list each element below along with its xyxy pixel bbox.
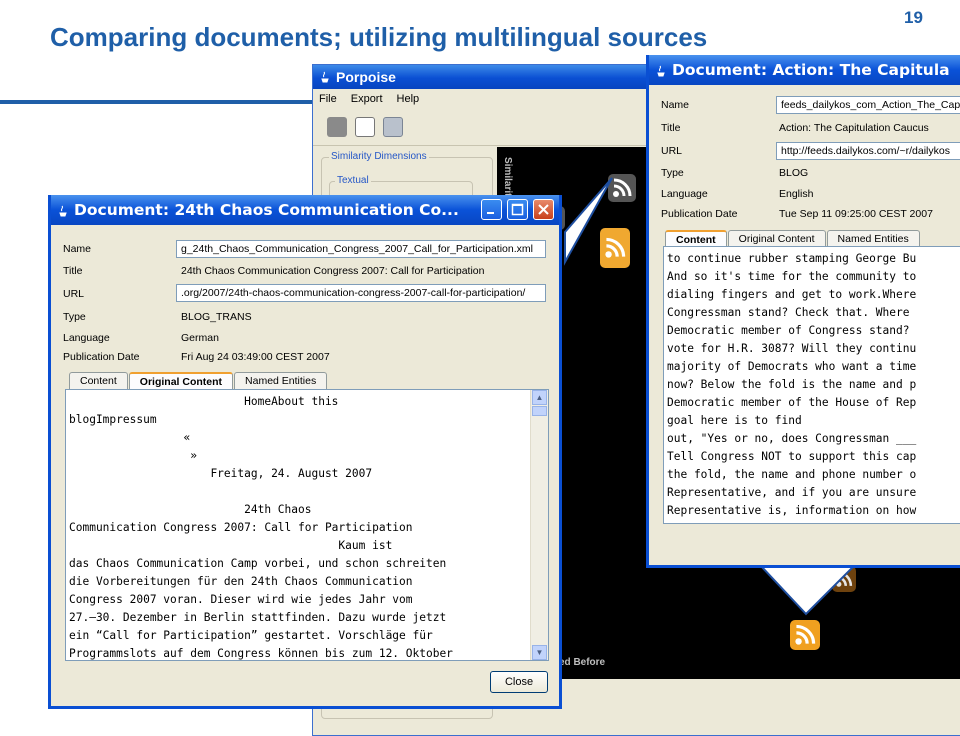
content-line: out, "Yes or no, does Congressman ___: [667, 432, 917, 445]
scroll-down-icon[interactable]: ▼: [532, 645, 547, 660]
content-line: »: [69, 449, 197, 462]
content-line: Congress 2007 voran. Dieser wird wie jed…: [69, 593, 413, 606]
url-label: URL: [63, 288, 85, 300]
content-line: 24th Chaos: [69, 503, 312, 516]
name-field[interactable]: feeds_dailykos_com_Action_The_Cap: [776, 96, 960, 114]
title-label: Title: [63, 265, 83, 277]
content-line: dialing fingers and get to work.Where: [667, 288, 917, 301]
content-line: Kaum ist: [69, 539, 393, 552]
porpoise-title: Porpoise: [336, 69, 396, 85]
document-window-right-titlebar[interactable]: Document: Action: The Capitula: [649, 55, 960, 85]
tab-named-entities[interactable]: Named Entities: [234, 372, 328, 390]
pubdate-label: Publication Date: [63, 351, 140, 363]
content-line: Democratic member of the House of Rep: [667, 396, 917, 409]
feed-icon[interactable]: [608, 174, 636, 202]
open-folder-icon[interactable]: [327, 117, 347, 137]
viz-bottom-label: ed Before: [559, 657, 606, 668]
type-value: BLOG_TRANS: [181, 311, 252, 323]
content-line: blogImpressum: [69, 413, 157, 426]
menu-help[interactable]: Help: [397, 93, 420, 105]
content-line: to continue rubber stamping George Bu: [667, 252, 917, 265]
name-label: Name: [661, 99, 690, 111]
pubdate-value: Tue Sep 11 09:25:00 CEST 2007: [779, 208, 933, 220]
content-line: goal here is to find: [667, 414, 802, 427]
content-line: das Chaos Communication Camp vorbei, und…: [69, 557, 447, 570]
menu-file[interactable]: File: [319, 93, 337, 105]
document-window-right: Document: Action: The Capitula Name feed…: [646, 55, 960, 568]
language-value: English: [779, 188, 814, 200]
type-value: BLOG: [779, 167, 809, 179]
scroll-thumb[interactable]: [532, 406, 547, 416]
url-label: URL: [661, 145, 683, 157]
new-document-icon[interactable]: [355, 117, 375, 137]
content-line: HomeAbout this: [69, 395, 339, 408]
minimize-button[interactable]: [481, 199, 502, 220]
document-content-text: HomeAbout this blogImpressum « » Freitag,…: [66, 390, 548, 660]
tab-content[interactable]: Content: [69, 372, 128, 390]
content-line: now? Below the fold is the name and p: [667, 378, 917, 391]
language-label: Language: [661, 188, 708, 200]
document-window-left: Document: 24th Chaos Communication Co...…: [48, 195, 562, 709]
maximize-button[interactable]: [507, 199, 528, 220]
feed-icon[interactable]: [832, 566, 856, 592]
content-line: Communication Congress 2007: Call for Pa…: [69, 521, 413, 534]
java-app-icon: [57, 204, 68, 217]
content-line: Tell Congress NOT to support this cap: [667, 450, 917, 463]
java-app-icon: [319, 71, 330, 84]
scroll-up-icon[interactable]: ▲: [532, 390, 547, 405]
type-label: Type: [661, 167, 684, 179]
close-window-button[interactable]: [533, 199, 554, 220]
url-field[interactable]: .org/2007/24th-chaos-communication-congr…: [176, 284, 546, 302]
slide-number: 19: [904, 8, 923, 27]
title-value: 24th Chaos Communication Congress 2007: …: [181, 265, 485, 277]
content-line: majority of Democrats who want a time: [667, 360, 917, 373]
title-label: Title: [661, 122, 681, 134]
document-content-text: to continue rubber stamping George Bu And…: [664, 247, 960, 520]
pubdate-label: Publication Date: [661, 208, 738, 220]
url-field[interactable]: http://feeds.dailykos.com/~r/dailykos: [776, 142, 960, 160]
content-line: the fold, the name and phone number o: [667, 468, 917, 481]
feed-icon[interactable]: [600, 228, 630, 268]
content-line: Freitag, 24. August 2007: [69, 467, 373, 480]
content-line: vote for H.R. 3087? Will they continu: [667, 342, 917, 355]
similarity-dimensions-label: Similarity Dimensions: [329, 151, 429, 162]
java-app-icon: [655, 64, 666, 77]
language-value: German: [181, 332, 219, 344]
content-line: Congressman stand? Check that. Where: [667, 306, 910, 319]
document-content-area[interactable]: to continue rubber stamping George Bu And…: [663, 246, 960, 524]
content-line: Representative, and if you are unsure: [667, 486, 917, 499]
feed-icon[interactable]: [790, 620, 820, 650]
title-value: Action: The Capitulation Caucus: [779, 122, 929, 134]
document-window-right-title: Document: Action: The Capitula: [672, 61, 950, 79]
name-field[interactable]: g_24th_Chaos_Communication_Congress_2007…: [176, 240, 546, 258]
content-line: ein “Call for Participation” gestartet. …: [69, 629, 433, 642]
tab-original-content[interactable]: Original Content: [128, 372, 234, 390]
content-line: And so it's time for the community to: [667, 270, 917, 283]
vertical-scrollbar[interactable]: ▲ ▼: [530, 390, 548, 660]
pubdate-value: Fri Aug 24 03:49:00 CEST 2007: [181, 351, 330, 363]
slide-title: Comparing documents; utilizing multiling…: [50, 22, 708, 52]
settings-gear-icon[interactable]: [383, 117, 403, 137]
language-label: Language: [63, 332, 110, 344]
porpoise-bottom-panel: [497, 679, 960, 735]
content-line: Democratic member of Congress stand?: [667, 324, 910, 337]
content-line: Programmslots auf dem Congress können bi…: [69, 647, 453, 660]
document-window-left-title: Document: 24th Chaos Communication Co...: [74, 201, 459, 219]
content-line: 27.–30. Dezember in Berlin stattfinden. …: [69, 611, 447, 624]
menu-export[interactable]: Export: [351, 93, 383, 105]
content-line: Representative is, information on how: [667, 504, 917, 517]
name-label: Name: [63, 243, 92, 255]
content-line: «: [69, 431, 191, 444]
textual-label: Textual: [335, 175, 371, 186]
title-rule: [0, 100, 330, 104]
document-content-area[interactable]: HomeAbout this blogImpressum « » Freitag,…: [65, 389, 549, 661]
close-button[interactable]: Close: [490, 671, 548, 693]
type-label: Type: [63, 311, 86, 323]
content-line: [69, 483, 548, 501]
document-tabs: Content Original Content Named Entities: [69, 372, 328, 390]
content-line: die Vorbereitungen für den 24th Chaos Co…: [69, 575, 413, 588]
